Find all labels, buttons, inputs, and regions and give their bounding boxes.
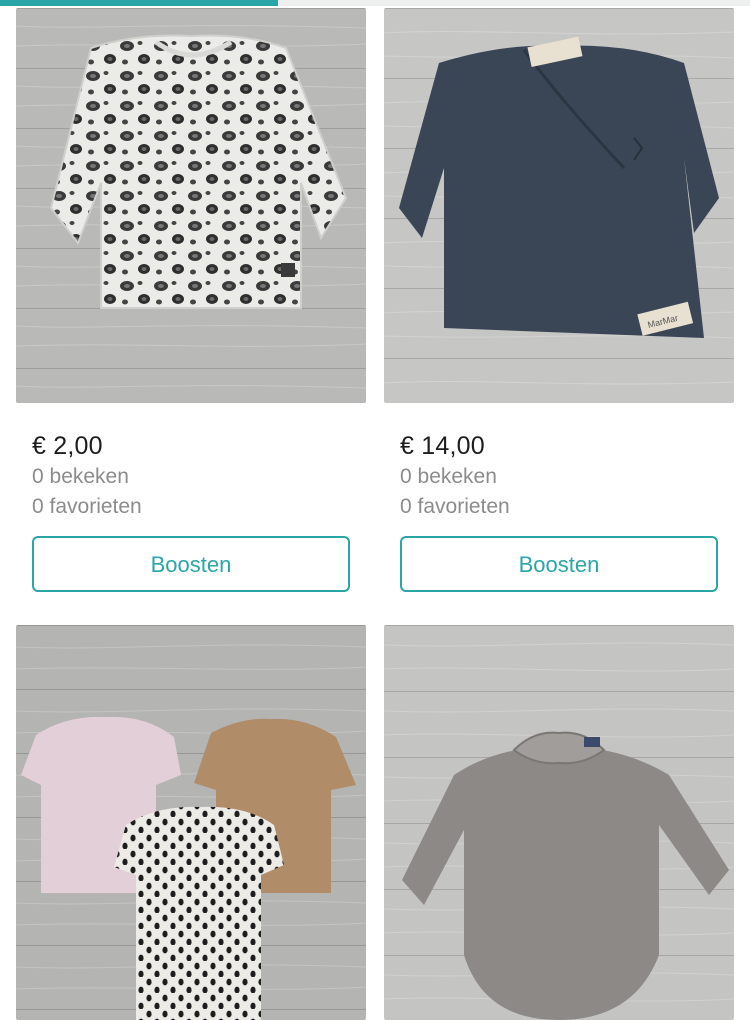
- scroll-progress-fill: [0, 0, 278, 6]
- item-views-count: 0 bekeken: [400, 465, 497, 488]
- boost-button[interactable]: Boosten: [32, 536, 350, 592]
- product-card-3[interactable]: [16, 625, 366, 1020]
- boost-button[interactable]: Boosten: [400, 536, 718, 592]
- product-photo-navy-cardigan[interactable]: MarMar: [384, 8, 734, 403]
- item-price: € 2,00: [32, 432, 103, 460]
- product-photo-three-tshirts[interactable]: [16, 625, 366, 1020]
- item-favorites-count: 0 favorieten: [32, 495, 142, 518]
- scroll-progress-track: [0, 0, 750, 6]
- product-photo-grey-bodysuit[interactable]: [384, 625, 734, 1020]
- item-price: € 14,00: [400, 432, 485, 460]
- product-card-4[interactable]: [384, 625, 734, 1020]
- product-card-1[interactable]: € 2,00 0 bekeken 0 favorieten Boosten: [16, 8, 366, 598]
- item-favorites-count: 0 favorieten: [400, 495, 510, 518]
- product-card-2[interactable]: MarMar € 14,00 0 bekeken 0 favorieten Bo…: [384, 8, 734, 598]
- item-views-count: 0 bekeken: [32, 465, 129, 488]
- product-photo-leopard-shirt[interactable]: [16, 8, 366, 403]
